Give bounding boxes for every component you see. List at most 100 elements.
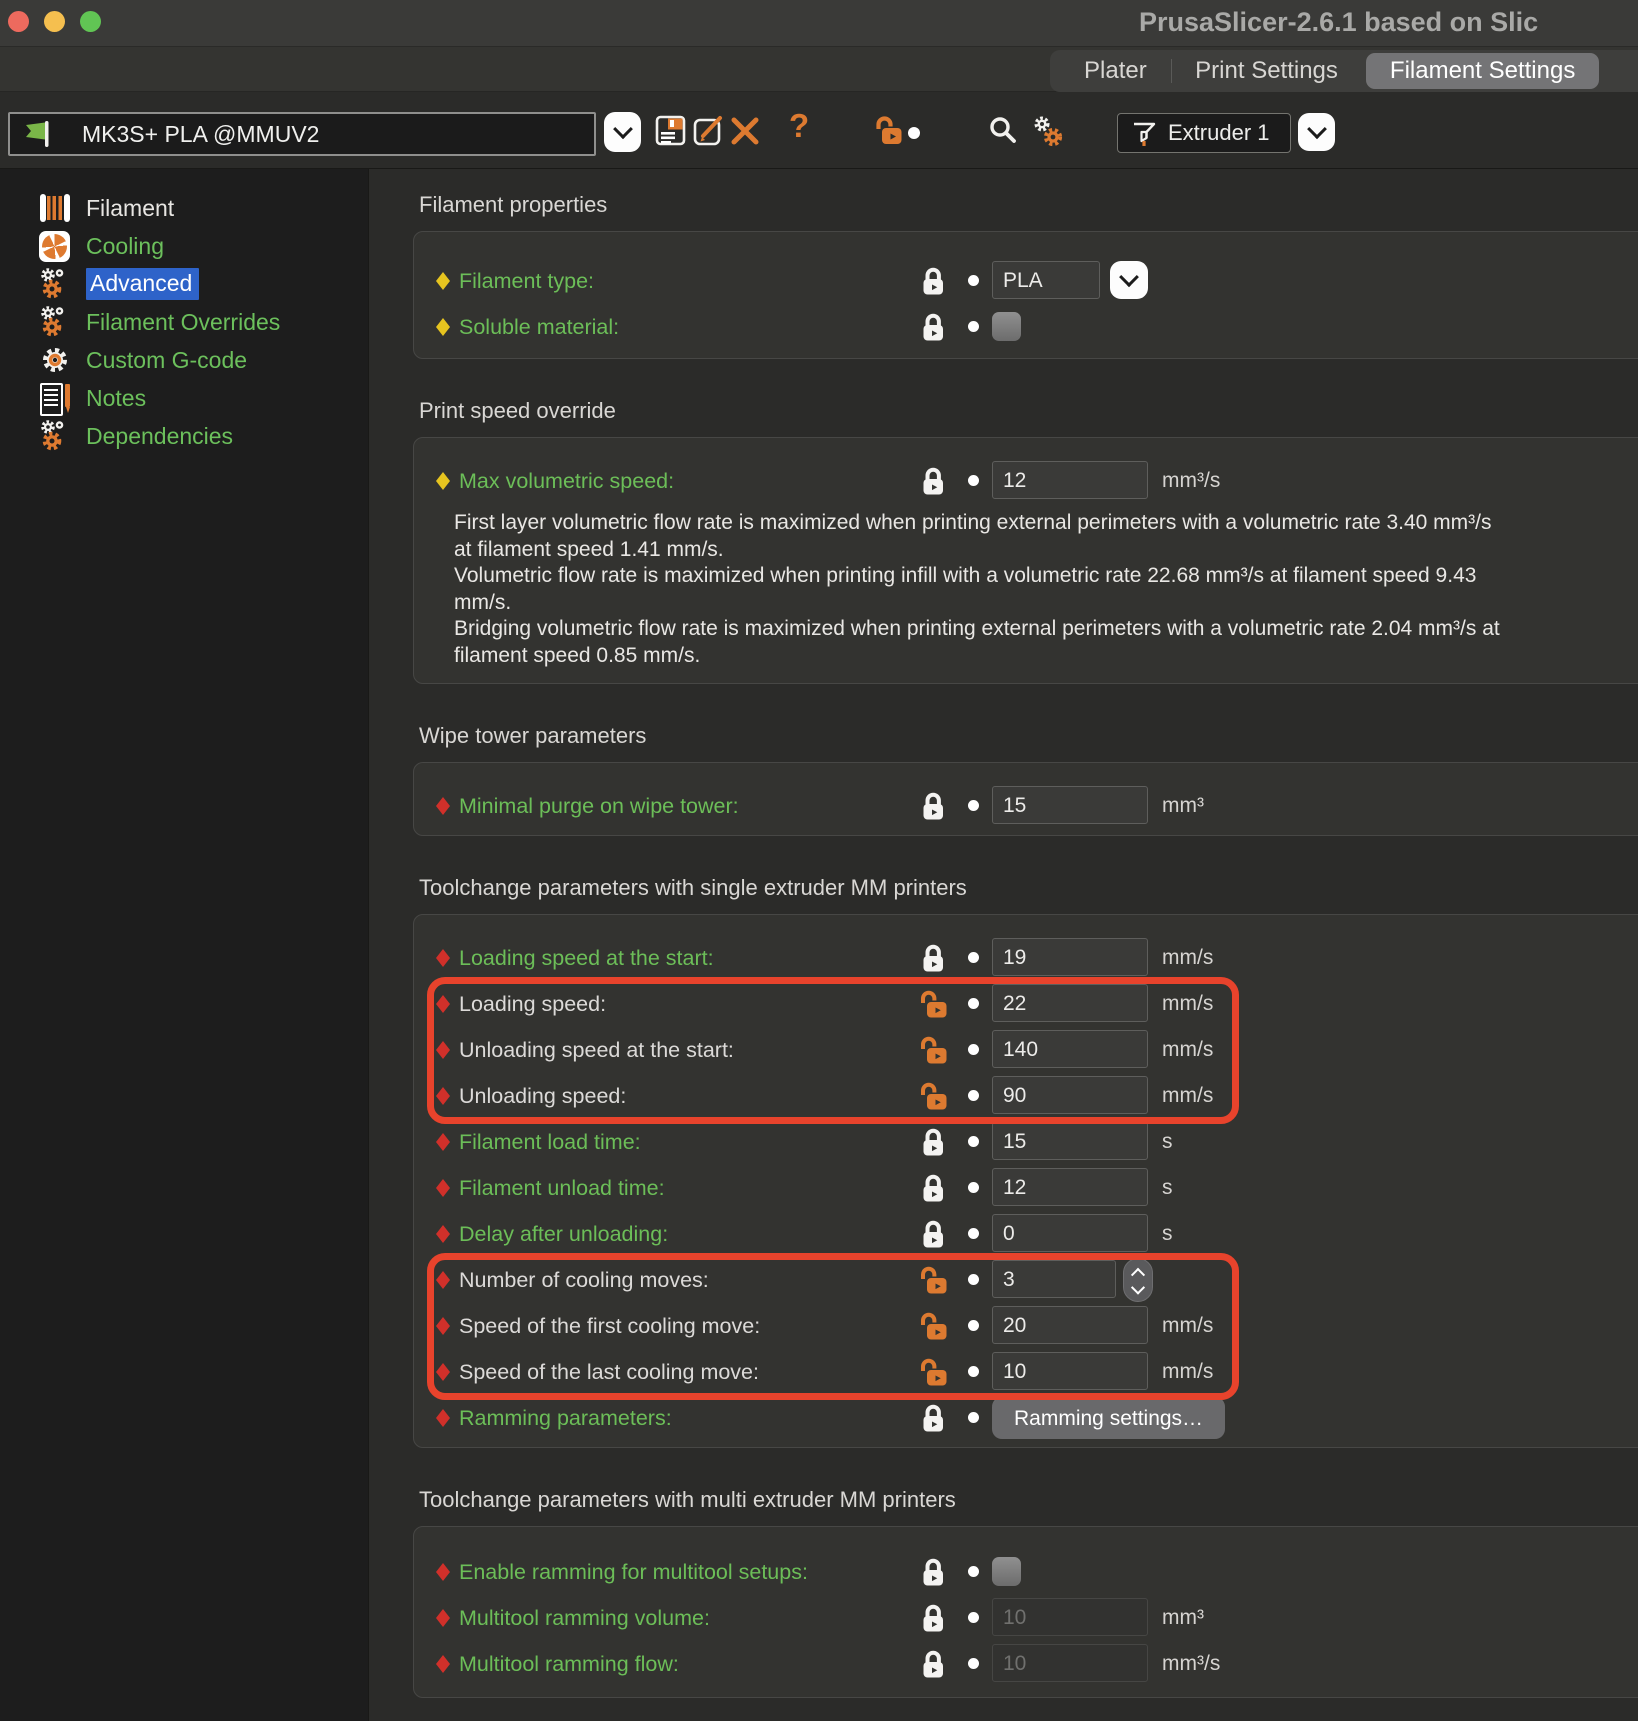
- lock-closed-icon[interactable]: [920, 943, 950, 974]
- preset-dropdown-chevron-button[interactable]: [604, 112, 641, 152]
- lock-closed-icon[interactable]: [920, 1403, 950, 1434]
- value-input[interactable]: 10: [992, 1644, 1148, 1682]
- extruder-combobox[interactable]: Extruder 1: [1117, 113, 1291, 153]
- setting-label: Speed of the last cooling move:: [459, 1360, 759, 1385]
- settings-sidebar: FilamentCooling Advanced Filament Overri…: [0, 169, 369, 1721]
- ramming-settings-button[interactable]: Ramming settings…: [992, 1397, 1225, 1439]
- value-input[interactable]: 90: [992, 1076, 1148, 1114]
- select-chevron-button[interactable]: [1110, 261, 1148, 299]
- tab-plater[interactable]: Plater: [1060, 50, 1171, 92]
- lock-open-icon[interactable]: [920, 1035, 950, 1066]
- extruder-dropdown-chevron-button[interactable]: [1298, 113, 1335, 151]
- value-input[interactable]: 3: [992, 1260, 1116, 1298]
- value-input[interactable]: 140: [992, 1030, 1148, 1068]
- unit-label: mm/s: [1162, 1073, 1213, 1119]
- sidebar-item-filament-overrides[interactable]: Filament Overrides: [0, 303, 368, 341]
- sidebar-item-dependencies[interactable]: Dependencies: [0, 417, 368, 455]
- value-dot-icon: [968, 800, 979, 811]
- cooling-fan-icon: [39, 231, 70, 262]
- setting-label: Multitool ramming flow:: [459, 1652, 679, 1677]
- lock-closed-icon: [920, 1403, 946, 1434]
- sidebar-item-advanced[interactable]: Advanced: [0, 265, 368, 303]
- toolbar-lock-button[interactable]: [874, 115, 904, 146]
- lock-closed-icon[interactable]: [920, 312, 950, 343]
- lock-closed-icon[interactable]: [920, 1173, 950, 1204]
- value-input[interactable]: 15: [992, 1122, 1148, 1160]
- spin-stepper[interactable]: [1123, 1258, 1153, 1302]
- lock-closed-icon[interactable]: [920, 1557, 950, 1588]
- compare-presets-button[interactable]: [1032, 115, 1064, 148]
- chevron-up-icon: [1131, 1267, 1145, 1281]
- value-dot-icon: [968, 1044, 979, 1055]
- red-diamond-indicator: [436, 995, 450, 1013]
- value-input[interactable]: 10: [992, 1598, 1148, 1636]
- checkbox-unchecked[interactable]: [992, 1557, 1021, 1586]
- unit-label: s: [1162, 1211, 1173, 1257]
- value-input[interactable]: 20: [992, 1306, 1148, 1344]
- sidebar-item-filament[interactable]: Filament: [0, 189, 368, 227]
- lock-open-icon[interactable]: [920, 1357, 950, 1388]
- lock-open-icon: [920, 1035, 949, 1066]
- lock-open-icon[interactable]: [920, 1081, 950, 1112]
- setting-row: Minimal purge on wipe tower: 15 mm³: [414, 783, 1638, 829]
- lock-closed-icon[interactable]: [920, 1649, 950, 1680]
- lock-open-icon[interactable]: [920, 1311, 950, 1342]
- value-input[interactable]: 12: [992, 1168, 1148, 1206]
- sidebar-item-notes[interactable]: Notes: [0, 379, 368, 417]
- section-print-speed-override: Print speed override Max volumetric spee…: [413, 397, 1638, 684]
- red-diamond-indicator: [436, 1179, 450, 1197]
- value-select[interactable]: PLA: [992, 261, 1100, 299]
- main-tabs: PlaterPrint SettingsFilament Settings: [1050, 50, 1638, 92]
- lock-closed-icon[interactable]: [920, 1127, 950, 1158]
- notes-icon: [40, 383, 70, 414]
- close-window-button[interactable]: [8, 11, 29, 32]
- value-input[interactable]: 22: [992, 984, 1148, 1022]
- lock-open-icon[interactable]: [920, 1265, 950, 1296]
- lock-closed-icon[interactable]: [920, 266, 950, 297]
- search-button[interactable]: [988, 115, 1018, 145]
- red-diamond-indicator: [436, 1563, 450, 1581]
- value-input[interactable]: 12: [992, 461, 1148, 499]
- content-area: FilamentCooling Advanced Filament Overri…: [0, 168, 1638, 1721]
- setting-row: Filament load time: 15 s: [414, 1119, 1638, 1165]
- lock-closed-icon[interactable]: [920, 791, 950, 822]
- sidebar-item-cooling[interactable]: Cooling: [0, 227, 368, 265]
- setting-row: Loading speed: 22 mm/s: [414, 981, 1638, 1027]
- setting-label: Delay after unloading:: [459, 1222, 668, 1247]
- red-diamond-indicator: [436, 1041, 450, 1059]
- tab-filament-settings[interactable]: Filament Settings: [1366, 53, 1599, 89]
- value-input[interactable]: 19: [992, 938, 1148, 976]
- lock-closed-icon: [920, 312, 946, 343]
- lock-closed-icon[interactable]: [920, 1603, 950, 1634]
- setting-row: Filament unload time: 12 s: [414, 1165, 1638, 1211]
- preset-toolbar: MK3S+ PLA @MMUV2 ?: [0, 91, 1638, 168]
- settings-group: Max volumetric speed: 12 mm³/sFirst laye…: [413, 437, 1638, 684]
- delete-preset-button[interactable]: [729, 115, 761, 147]
- red-diamond-indicator: [436, 1133, 450, 1151]
- save-preset-button[interactable]: [655, 115, 686, 146]
- value-input[interactable]: 10: [992, 1352, 1148, 1390]
- checkbox-unchecked[interactable]: [992, 312, 1021, 341]
- setting-row: Speed of the last cooling move: 10 mm/s: [414, 1349, 1638, 1395]
- edit-preset-button[interactable]: [693, 115, 725, 147]
- section-title: Filament properties: [419, 191, 1638, 219]
- lock-open-icon[interactable]: [920, 989, 950, 1020]
- setting-row: Soluble material:: [414, 304, 1638, 350]
- search-icon: [988, 115, 1018, 145]
- help-button[interactable]: ?: [789, 107, 809, 145]
- minimize-window-button[interactable]: [44, 11, 65, 32]
- lock-closed-icon[interactable]: [920, 466, 950, 497]
- section-filament-properties: Filament properties Filament type: PLA S…: [413, 191, 1638, 359]
- filament-preset-combobox[interactable]: MK3S+ PLA @MMUV2: [8, 112, 596, 156]
- lock-closed-icon[interactable]: [920, 1219, 950, 1250]
- gears-icon: [38, 306, 71, 339]
- sidebar-item-custom-g-code[interactable]: Custom G-code: [0, 341, 368, 379]
- value-input[interactable]: 15: [992, 786, 1148, 824]
- tab-print-settings[interactable]: Print Settings: [1171, 50, 1362, 92]
- setting-row: Multitool ramming volume: 10 mm³: [414, 1595, 1638, 1641]
- red-diamond-indicator: [436, 1225, 450, 1243]
- unit-label: mm³/s: [1162, 1641, 1220, 1687]
- zoom-window-button[interactable]: [80, 11, 101, 32]
- value-input[interactable]: 0: [992, 1214, 1148, 1252]
- setting-label: Max volumetric speed:: [459, 469, 674, 494]
